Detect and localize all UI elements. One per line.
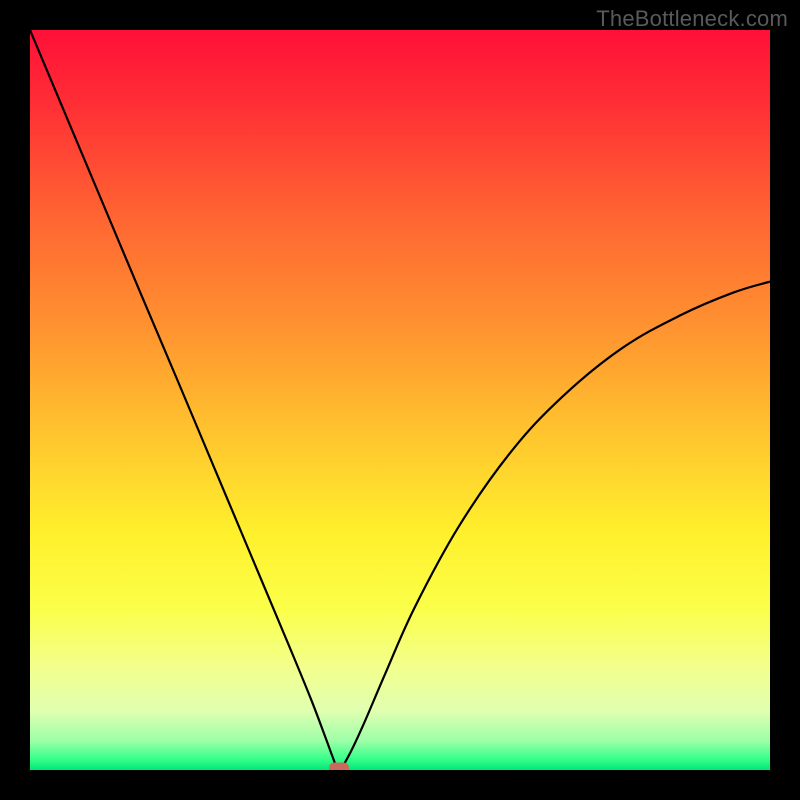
minimum-marker: [329, 762, 349, 770]
bottleneck-curve: [30, 30, 770, 770]
plot-area: [30, 30, 770, 770]
watermark-text: TheBottleneck.com: [596, 6, 788, 32]
